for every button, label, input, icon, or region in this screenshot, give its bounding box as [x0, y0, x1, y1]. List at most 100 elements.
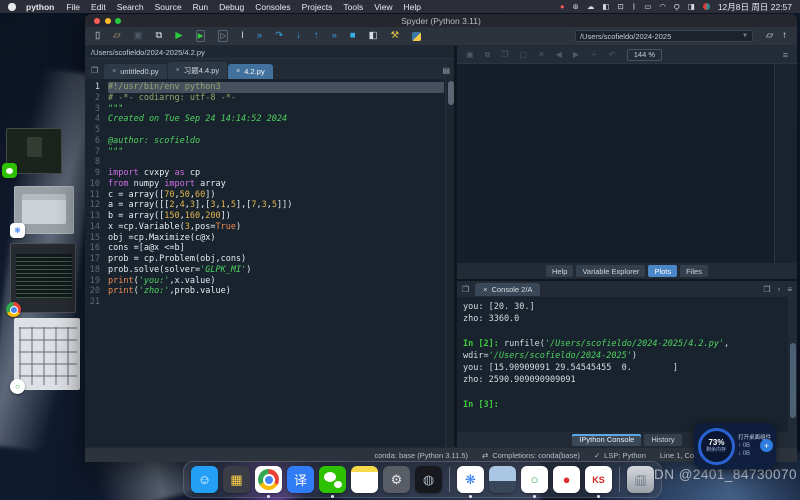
plot-thumbnails-strip[interactable]	[775, 64, 797, 263]
save-all-plots-icon[interactable]: ⧉	[485, 50, 491, 60]
save-icon[interactable]: ▣	[134, 31, 143, 41]
inspect-icon[interactable]: ❒	[763, 285, 770, 294]
menu-item-tools[interactable]: Tools	[343, 2, 363, 12]
panel-tab-plots[interactable]: Plots	[648, 265, 677, 277]
settings-icon[interactable]: ⚙	[383, 466, 410, 493]
open-file-icon[interactable]: ▱	[113, 31, 120, 41]
run-icon[interactable]: ▶	[175, 31, 182, 41]
window-layout-icon[interactable]: ◧	[602, 3, 609, 11]
maximize-pane-icon[interactable]: ◧	[369, 31, 378, 41]
minimized-window-grid[interactable]: ○	[14, 318, 80, 390]
editor-options-icon[interactable]: ▤	[442, 66, 450, 75]
console-scrollbar[interactable]	[788, 297, 797, 432]
screenshot-app-icon[interactable]	[489, 466, 516, 493]
console-tab-ipython-console[interactable]: IPython Console	[572, 434, 641, 446]
memory-widget[interactable]: 73% 剩余内存 打开桌面组件 ↑ 0B ↓ 0B +	[694, 423, 776, 469]
editor-tab-4.2.py[interactable]: ×4.2.py	[228, 64, 273, 79]
bluetooth-icon[interactable]: ᛒ	[632, 3, 637, 11]
next-plot-icon[interactable]: ▶	[573, 50, 579, 59]
translate-icon[interactable]: 译	[287, 466, 314, 493]
console-options-icon[interactable]: ≡	[787, 285, 792, 294]
remove-all-plots-icon[interactable]: ✕	[538, 50, 545, 59]
step-into-icon[interactable]: ↓	[296, 31, 301, 41]
run-cell-advance-icon[interactable]: ▷	[218, 30, 228, 42]
menu-item-source[interactable]: Source	[155, 2, 182, 12]
zoom-out-icon[interactable]: ↶	[609, 50, 616, 59]
menu-item-consoles[interactable]: Consoles	[255, 2, 290, 12]
menu-item-edit[interactable]: Edit	[91, 2, 106, 12]
menu-item-view[interactable]: View	[374, 2, 392, 12]
console-output-area[interactable]: you: [20. 30.]zho: 3360.0 In [2]: runfil…	[457, 297, 797, 432]
close-window-button[interactable]	[94, 18, 100, 24]
close-tab-icon[interactable]: ×	[112, 68, 116, 75]
battery-icon[interactable]: ▭	[644, 3, 651, 11]
wechat-icon[interactable]	[319, 466, 346, 493]
code-area[interactable]: 123456789101112131415161718192021 #!/usr…	[85, 79, 454, 447]
save-all-icon[interactable]: ⧉	[156, 31, 163, 41]
cloud-sync-icon[interactable]: ☁	[587, 3, 595, 11]
step-out-icon[interactable]: ↑	[314, 31, 319, 41]
wifi-icon[interactable]: ◠	[659, 3, 666, 11]
chrome-icon[interactable]	[255, 466, 282, 493]
search-icon[interactable]: Ϙ	[674, 3, 680, 11]
menu-item-help[interactable]: Help	[404, 2, 421, 12]
editor-scrollbar[interactable]	[445, 79, 454, 447]
window-title-bar[interactable]: Spyder (Python 3.11)	[85, 14, 797, 27]
stop-icon[interactable]: ■	[350, 31, 356, 41]
menu-bar-clock[interactable]: 12月8日 周日 22:57	[718, 1, 792, 13]
python-path-icon[interactable]	[412, 32, 421, 41]
close-icon[interactable]: ×	[483, 285, 487, 294]
working-directory-select[interactable]: /Users/scofieldo/2024-2025 ▼	[575, 30, 753, 42]
menu-item-file[interactable]: File	[66, 2, 80, 12]
menu-item-run[interactable]: Run	[193, 2, 209, 12]
browse-tabs-icon[interactable]: ❐	[91, 66, 98, 75]
console-tab-history[interactable]: History	[644, 434, 681, 446]
cloud-drive-icon[interactable]: ❋	[457, 466, 484, 493]
minimized-window-dialog[interactable]: ❋	[14, 186, 74, 234]
menu-item-debug[interactable]: Debug	[219, 2, 244, 12]
dark-app-icon[interactable]: ◍	[415, 466, 442, 493]
minimized-window-browser[interactable]	[10, 243, 76, 313]
console-tab[interactable]: × Console 2/A	[475, 283, 540, 296]
preferences-wrench-icon[interactable]: ⚒	[391, 31, 400, 41]
red-app-icon[interactable]: ●	[553, 466, 580, 493]
menu-item-projects[interactable]: Projects	[302, 2, 333, 12]
run-selection-icon[interactable]: I	[241, 31, 244, 41]
screen-record-icon[interactable]: ●	[560, 3, 565, 11]
browse-directory-button[interactable]: ▱	[766, 31, 773, 41]
panel-tab-variable-explorer[interactable]: Variable Explorer	[576, 265, 645, 277]
copy-plot-icon[interactable]: ❐	[501, 50, 508, 59]
debug-file-icon[interactable]: »	[257, 31, 262, 41]
zoom-window-button[interactable]	[115, 18, 121, 24]
minimize-window-button[interactable]	[105, 18, 111, 24]
continue-icon[interactable]: »	[332, 31, 337, 41]
input-method-icon[interactable]	[703, 3, 710, 10]
console-env-icon[interactable]: ▫	[777, 285, 780, 294]
finder-icon[interactable]: ☺	[191, 466, 218, 493]
close-tab-icon[interactable]: ×	[236, 68, 240, 75]
run-cell-icon[interactable]: ▶	[196, 30, 206, 42]
control-center-icon[interactable]: ◨	[688, 3, 695, 11]
ks-app-icon[interactable]: KS	[585, 466, 612, 493]
active-app-name[interactable]: python	[26, 2, 54, 12]
browse-console-tabs-icon[interactable]: ❐	[462, 285, 469, 294]
display-icon[interactable]: ⊡	[617, 3, 623, 11]
editor-scrollbar-thumb[interactable]	[448, 81, 454, 105]
editor-tab-untitled0.py[interactable]: ×untitled0.py	[104, 64, 166, 79]
notes-icon[interactable]	[351, 466, 378, 493]
launchpad-icon[interactable]: ▦	[223, 466, 250, 493]
remove-plot-icon[interactable]: ▢	[519, 50, 527, 59]
plots-options-icon[interactable]: ≡	[783, 50, 788, 60]
zoom-in-icon[interactable]: ＋	[590, 49, 598, 60]
minimized-window-wechat[interactable]	[6, 128, 62, 174]
save-plot-icon[interactable]: ▣	[466, 50, 474, 59]
close-tab-icon[interactable]: ×	[176, 67, 180, 74]
new-file-icon[interactable]: ▯	[95, 31, 100, 41]
green-ring-app-icon[interactable]: ○	[521, 466, 548, 493]
step-over-icon[interactable]: ↷	[275, 31, 283, 41]
console-scrollbar-thumb[interactable]	[790, 343, 796, 419]
panel-tab-files[interactable]: Files	[680, 265, 708, 277]
previous-plot-icon[interactable]: ◀	[556, 50, 562, 59]
menu-item-search[interactable]: Search	[117, 2, 144, 12]
plots-zoom-level[interactable]: 144 %	[627, 49, 662, 61]
